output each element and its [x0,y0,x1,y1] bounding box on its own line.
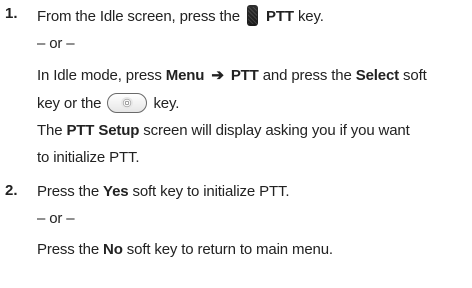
or-separator: – or – [37,35,75,52]
step-1-line-3: In Idle mode, press Menu ➔ PTT and press… [37,67,427,84]
manual-page: { "steps": [ { "number": "1.", "line1": … [0,0,472,288]
arrow-icon: ➔ [211,67,224,84]
or-separator: – or – [37,210,75,227]
step-1-line-4: key or the key. [37,93,180,113]
step-number: 1. [5,5,18,22]
ptt-key-icon [246,5,258,26]
select-key-icon [107,93,148,113]
step-1-line-5: The PTT Setup screen will display asking… [37,122,410,139]
step-2-line-1: Press the Yes soft key to initialize PTT… [37,183,290,200]
step-2-line-3: Press the No soft key to return to main … [37,241,333,258]
step-1-line-6: to initialize PTT. [37,149,140,166]
step-1-line-1: From the Idle screen, press the PTT key. [37,5,324,26]
step-number: 2. [5,182,18,199]
